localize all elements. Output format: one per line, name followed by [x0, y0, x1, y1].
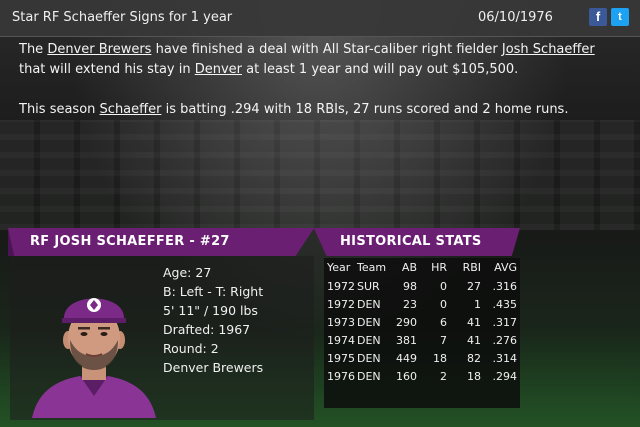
text: have finished a deal with All Star-calib…: [151, 42, 502, 57]
player-draft-round: Round: 2: [163, 341, 219, 356]
stat-team: DEN: [357, 315, 381, 329]
stat-rbi: 1: [474, 297, 481, 311]
stat-hr: 6: [440, 315, 447, 329]
stat-team: DEN: [357, 369, 381, 383]
player-bats-throws: B: Left - T: Right: [163, 284, 264, 299]
stat-ab: 449: [396, 351, 417, 365]
stat-year: 1975: [327, 351, 355, 365]
stat-year: 1976: [327, 369, 355, 383]
stat-hr: 18: [433, 351, 447, 365]
text: is batting .294 with 18 RBIs, 27 runs sc…: [161, 102, 569, 117]
stat-team: DEN: [357, 351, 381, 365]
stat-ab: 290: [396, 315, 417, 329]
col-avg: AVG: [494, 261, 517, 274]
stat-ab: 98: [403, 279, 417, 293]
facebook-share-icon[interactable]: f: [589, 8, 607, 26]
stat-avg: .316: [492, 279, 518, 293]
player-link[interactable]: Schaeffer: [100, 102, 162, 117]
stat-ab: 23: [403, 297, 417, 311]
stats-row: 1974 DEN 381 7 41 .276: [324, 331, 517, 349]
player-drafted: Drafted: 1967: [163, 322, 251, 337]
team-link[interactable]: Denver Brewers: [47, 42, 151, 57]
article-body: The Denver Brewers have finished a deal …: [19, 40, 619, 140]
col-rbi: RBI: [462, 261, 481, 274]
col-hr: HR: [431, 261, 447, 274]
player-team: Denver Brewers: [163, 360, 264, 375]
stat-team: DEN: [357, 297, 381, 311]
stat-year: 1972: [327, 297, 355, 311]
stats-row: 1972 DEN 23 0 1 .435: [324, 295, 517, 313]
city-link[interactable]: Denver: [195, 62, 242, 77]
player-name-ribbon[interactable]: RF JOSH SCHAEFFER - #27: [8, 228, 314, 256]
stat-avg: .314: [492, 351, 518, 365]
article-paragraph-1: The Denver Brewers have finished a deal …: [19, 40, 619, 80]
text: This season: [19, 102, 100, 117]
stat-rbi: 41: [467, 315, 481, 329]
text: that will extend his stay in: [19, 62, 195, 77]
stat-rbi: 82: [467, 351, 481, 365]
stat-hr: 2: [440, 369, 447, 383]
stat-year: 1974: [327, 333, 355, 347]
stat-hr: 7: [440, 333, 447, 347]
stat-avg: .276: [492, 333, 518, 347]
stat-year: 1972: [327, 279, 355, 293]
player-portrait[interactable]: [28, 278, 160, 418]
stat-ab: 381: [396, 333, 417, 347]
stat-avg: .294: [492, 369, 518, 383]
article-paragraph-2: This season Schaeffer is batting .294 wi…: [19, 100, 619, 120]
stat-avg: .435: [492, 297, 518, 311]
stats-row: 1972 SUR 98 0 27 .316: [324, 277, 517, 295]
stat-rbi: 41: [467, 333, 481, 347]
stats-row: 1973 DEN 290 6 41 .317: [324, 313, 517, 331]
historical-stats-table: Year Team AB HR RBI AVG 1972 SUR 98 0 27.316…: [324, 258, 520, 408]
stat-ab: 160: [396, 369, 417, 383]
stat-team: DEN: [357, 333, 381, 347]
player-height-weight: 5' 11" / 190 lbs: [163, 303, 258, 318]
stats-header-row: Year Team AB HR RBI AVG: [324, 258, 517, 277]
player-link[interactable]: Josh Schaeffer: [502, 42, 595, 57]
stats-row: 1976 DEN 160 2 18 .294: [324, 367, 517, 385]
col-ab: AB: [401, 261, 417, 274]
col-year: Year: [327, 261, 351, 274]
headline: Star RF Schaeffer Signs for 1 year: [12, 10, 233, 25]
col-team: Team: [357, 261, 387, 274]
stat-team: SUR: [357, 279, 380, 293]
stats-row: 1975 DEN 449 18 82 .314: [324, 349, 517, 367]
twitter-share-icon[interactable]: t: [611, 8, 629, 26]
stat-hr: 0: [440, 297, 447, 311]
news-header: Star RF Schaeffer Signs for 1 year 06/10…: [0, 0, 640, 37]
stat-year: 1973: [327, 315, 355, 329]
stat-rbi: 18: [467, 369, 481, 383]
stat-hr: 0: [440, 279, 447, 293]
historical-stats-ribbon: HISTORICAL STATS: [314, 228, 520, 256]
stat-rbi: 27: [467, 279, 481, 293]
player-bio: Age: 27 B: Left - T: Right 5' 11" / 190 …: [163, 263, 263, 377]
text: The: [19, 42, 48, 57]
news-date: 06/10/1976: [478, 10, 553, 25]
text: at least 1 year and will pay out $105,50…: [242, 62, 519, 77]
stat-avg: .317: [492, 315, 518, 329]
player-age: Age: 27: [163, 265, 212, 280]
